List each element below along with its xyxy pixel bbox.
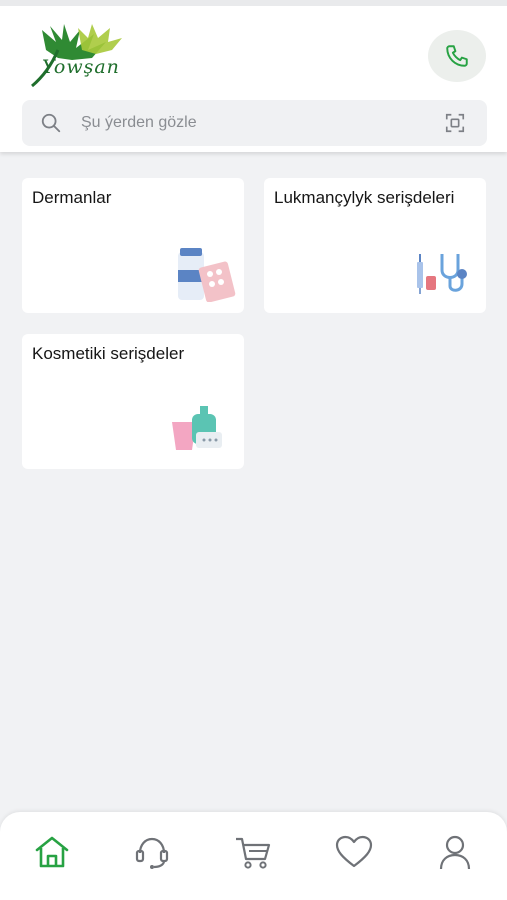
category-card-label: Dermanlar [32,188,112,207]
call-button[interactable] [428,30,486,82]
category-card-label: Kosmetiki serişdeler [32,344,185,363]
heart-icon [335,835,373,868]
cart-icon [236,837,271,869]
nav-profile[interactable] [433,830,477,874]
app-logo: Yowşan [22,20,134,92]
support-headset-icon [135,837,169,869]
category-card-label: Lukmançylyk serişdeleri [274,188,455,207]
nav-home[interactable] [30,830,74,874]
app-header: Yowşan Şu ýerden gözle [0,0,507,152]
category-card-cosmetics[interactable]: Kosmetiki serişdeler [22,334,244,469]
category-card-medical-supplies[interactable]: Lukmançylyk serişdeleri [264,178,486,313]
nav-favorites[interactable] [332,830,376,874]
cosmetics-icon [172,406,222,450]
logo-wordmark: Yowşan [42,56,120,78]
stethoscope-syringe-icon [417,254,467,294]
search-icon [41,113,61,133]
home-icon [35,836,69,868]
search-input[interactable]: Şu ýerden gözle [81,114,197,132]
medicine-pills-icon [178,248,236,302]
profile-icon [439,835,471,870]
nav-cart[interactable] [231,830,275,874]
scan-icon[interactable] [444,112,466,134]
category-card-medicines[interactable]: Dermanlar [22,178,244,313]
phone-icon [446,45,468,67]
nav-support[interactable] [130,830,174,874]
search-bar[interactable]: Şu ýerden gözle [22,100,487,146]
bottom-navigation [0,812,507,900]
